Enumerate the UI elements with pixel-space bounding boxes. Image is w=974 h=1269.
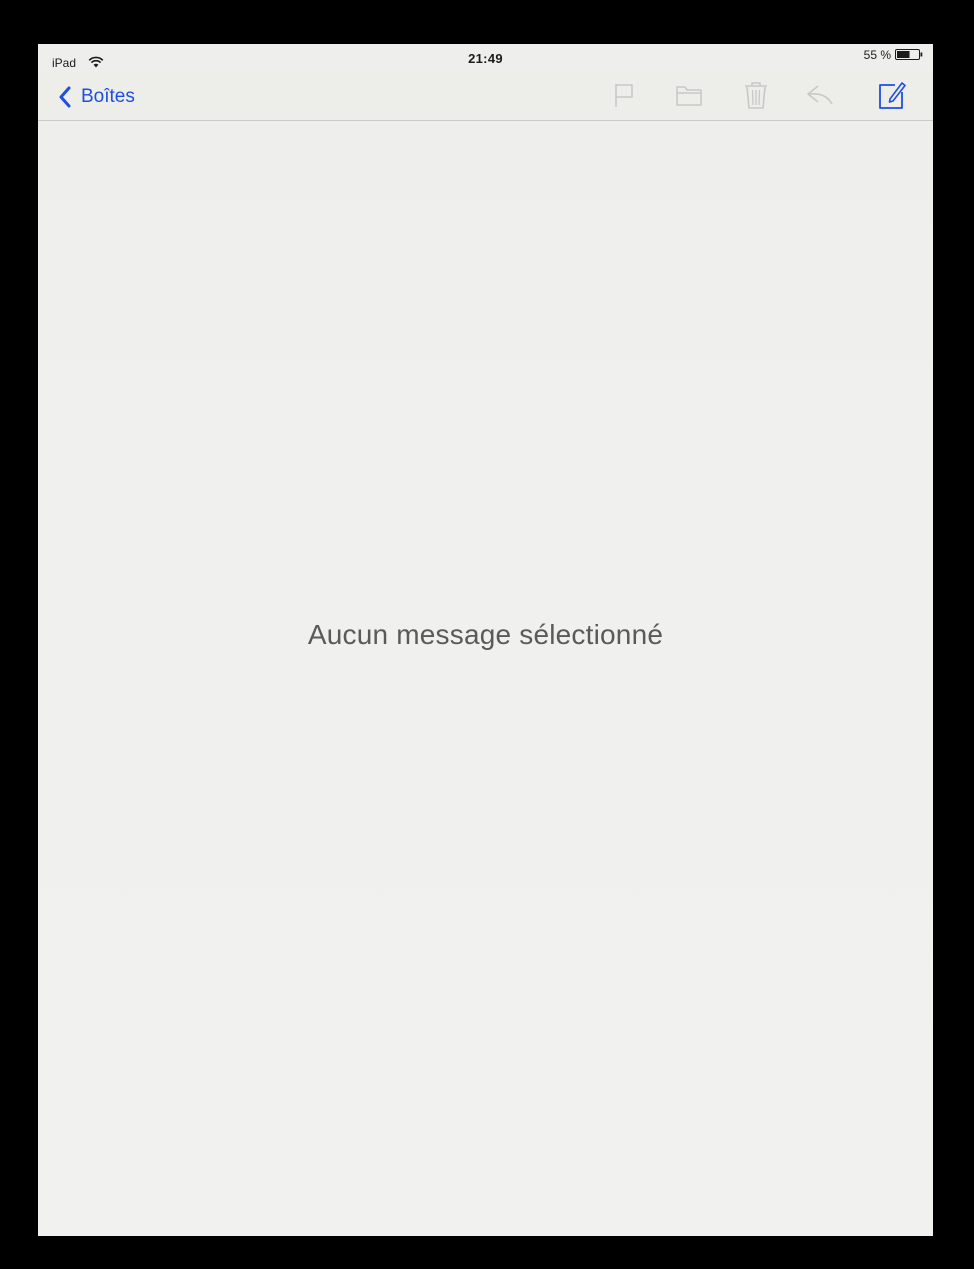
chevron-left-icon bbox=[59, 86, 71, 108]
battery-percentage: 55 % bbox=[863, 48, 891, 62]
mail-screen: iPad 21:49 55 % Boîtes Aucun message sél… bbox=[38, 44, 933, 1236]
navigation-bar: Boîtes bbox=[38, 72, 933, 121]
folder-icon[interactable] bbox=[674, 80, 704, 110]
flag-icon[interactable] bbox=[608, 80, 638, 110]
no-message-selected-text: Aucun message sélectionné bbox=[307, 619, 664, 650]
status-time: 21:49 bbox=[468, 51, 503, 66]
reply-icon[interactable] bbox=[805, 80, 835, 110]
battery-icon bbox=[895, 49, 923, 60]
status-bar: iPad 21:49 55 % bbox=[38, 44, 933, 72]
back-button-label: Boîtes bbox=[81, 86, 135, 107]
trash-icon[interactable] bbox=[741, 80, 771, 110]
back-button[interactable]: Boîtes bbox=[58, 82, 135, 112]
compose-icon[interactable] bbox=[876, 80, 906, 110]
